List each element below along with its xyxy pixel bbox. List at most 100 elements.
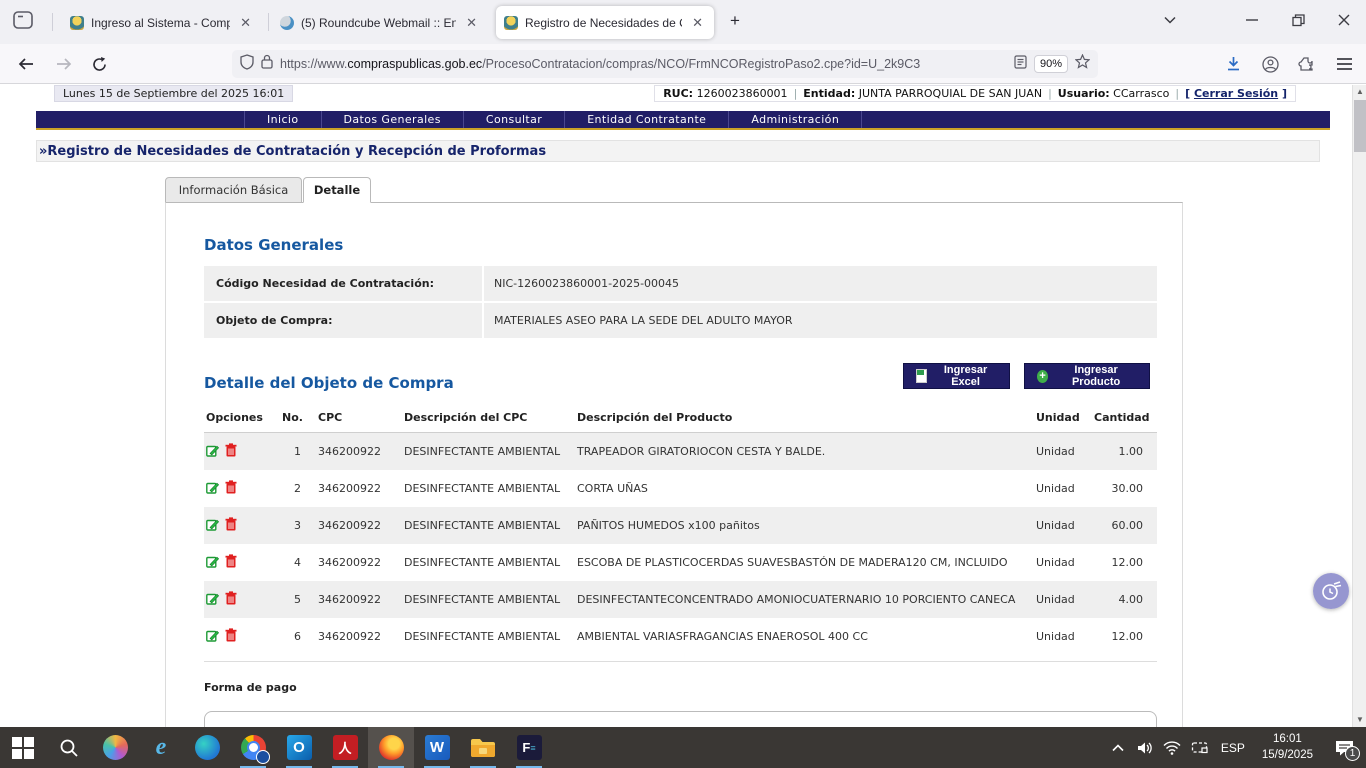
notification-center-button[interactable]: 1 xyxy=(1322,727,1366,768)
tab-close-icon[interactable]: ✕ xyxy=(237,14,254,32)
edit-icon[interactable] xyxy=(206,592,219,608)
vertical-scrollbar[interactable]: ▲ ▼ xyxy=(1352,85,1366,727)
firefox-view-icon[interactable] xyxy=(12,10,34,35)
account-icon[interactable] xyxy=(1256,50,1284,78)
taskbar-f-app[interactable]: F≡ xyxy=(506,727,552,768)
excel-icon xyxy=(916,369,927,383)
nav-item-entidad-contratante[interactable]: Entidad Contratante xyxy=(565,111,729,128)
wifi-icon[interactable] xyxy=(1159,727,1186,768)
browser-tab-1[interactable]: Ingreso al Sistema - Compras P ✕ xyxy=(62,6,262,39)
edit-icon[interactable] xyxy=(206,555,219,571)
system-tray: ESP 16:01 15/9/2025 1 xyxy=(1105,727,1366,768)
dg-row-codigo: Código Necesidad de Contratación: NIC-12… xyxy=(204,266,1157,301)
connect-display-icon[interactable] xyxy=(1186,727,1213,768)
tab-close-icon[interactable]: ✕ xyxy=(463,14,480,32)
search-button[interactable] xyxy=(46,727,92,768)
browser-toolbar: https://www.compraspublicas.gob.ec/Proce… xyxy=(0,44,1366,84)
nav-item-inicio[interactable]: Inicio xyxy=(244,111,322,128)
dg-value: MATERIALES ASEO PARA LA SEDE DEL ADULTO … xyxy=(484,303,1157,338)
taskbar-outlook[interactable]: O xyxy=(276,727,322,768)
lock-icon[interactable] xyxy=(261,54,273,74)
delete-trash-icon[interactable] xyxy=(225,517,237,534)
edit-icon[interactable] xyxy=(206,444,219,460)
taskbar-chrome[interactable] xyxy=(230,727,276,768)
row-no: 2 xyxy=(270,482,318,495)
scroll-up-arrow[interactable]: ▲ xyxy=(1353,85,1366,99)
taskbar-copilot[interactable] xyxy=(92,727,138,768)
start-button[interactable] xyxy=(0,727,46,768)
shield-icon[interactable] xyxy=(240,54,254,75)
forward-icon[interactable] xyxy=(50,50,78,78)
back-icon[interactable] xyxy=(12,50,40,78)
taskbar-file-explorer[interactable] xyxy=(460,727,506,768)
list-all-tabs-icon[interactable] xyxy=(1155,8,1185,32)
row-product-desc: AMBIENTAL VARIASFRAGANCIAS ENAEROSOL 400… xyxy=(577,630,1036,643)
browser-tab-2[interactable]: (5) Roundcube Webmail :: Entra ✕ xyxy=(272,6,488,39)
nav-item-administracion[interactable]: Administración xyxy=(729,111,862,128)
taskbar-acrobat[interactable]: 人 xyxy=(322,727,368,768)
taskbar-edge[interactable] xyxy=(184,727,230,768)
delete-trash-icon[interactable] xyxy=(225,554,237,571)
row-cpc-desc: DESINFECTANTE AMBIENTAL xyxy=(404,445,577,458)
edit-icon[interactable] xyxy=(206,518,219,534)
nav-item-datos-generales[interactable]: Datos Generales xyxy=(322,111,464,128)
edit-icon[interactable] xyxy=(206,481,219,497)
bookmark-star-icon[interactable] xyxy=(1075,54,1090,74)
scroll-down-arrow[interactable]: ▼ xyxy=(1353,713,1366,727)
language-indicator[interactable]: ESP xyxy=(1213,741,1253,755)
tray-date: 15/9/2025 xyxy=(1262,748,1313,764)
restore-button[interactable] xyxy=(1283,8,1313,32)
row-cantidad: 60.00 xyxy=(1094,519,1157,532)
ruc-value: 1260023860001 xyxy=(697,87,788,100)
row-cpc: 346200922 xyxy=(318,519,404,532)
new-tab-button[interactable]: + xyxy=(730,11,740,31)
close-window-button[interactable] xyxy=(1329,8,1359,32)
taskbar-word[interactable]: W xyxy=(414,727,460,768)
ingresar-excel-button[interactable]: Ingresar Excel xyxy=(903,363,1010,389)
delete-trash-icon[interactable] xyxy=(225,628,237,645)
delete-trash-icon[interactable] xyxy=(225,480,237,497)
row-cpc: 346200922 xyxy=(318,482,404,495)
row-unidad: Unidad xyxy=(1036,519,1094,532)
tab-close-icon[interactable]: ✕ xyxy=(689,14,706,32)
nav-item-consultar[interactable]: Consultar xyxy=(464,111,565,128)
clock[interactable]: 16:01 15/9/2025 xyxy=(1253,732,1322,763)
taskbar-internet-explorer[interactable]: e xyxy=(138,727,184,768)
delete-trash-icon[interactable] xyxy=(225,443,237,460)
extensions-puzzle-icon[interactable] xyxy=(1292,50,1320,78)
edit-icon[interactable] xyxy=(206,629,219,645)
forma-de-pago-label: Forma de pago xyxy=(204,681,297,694)
row-unidad: Unidad xyxy=(1036,593,1094,606)
chrome-icon xyxy=(241,735,266,760)
floating-timer-widget[interactable] xyxy=(1313,573,1349,609)
ingresar-producto-button[interactable]: + Ingresar Producto xyxy=(1024,363,1150,389)
detalle-objeto-heading: Detalle del Objeto de Compra xyxy=(204,374,454,392)
tab-detalle[interactable]: Detalle xyxy=(303,177,371,203)
reload-icon[interactable] xyxy=(85,50,113,78)
tab-informacion-basica[interactable]: Información Básica xyxy=(165,177,302,203)
row-cantidad: 12.00 xyxy=(1094,556,1157,569)
row-no: 5 xyxy=(270,593,318,606)
row-cpc-desc: DESINFECTANTE AMBIENTAL xyxy=(404,519,577,532)
row-cpc: 346200922 xyxy=(318,556,404,569)
taskbar-firefox-active[interactable] xyxy=(368,727,414,768)
dg-label: Objeto de Compra: xyxy=(204,303,482,338)
page-title-bar: »Registro de Necesidades de Contratación… xyxy=(36,140,1320,162)
volume-icon[interactable] xyxy=(1132,727,1159,768)
tray-time: 16:01 xyxy=(1262,732,1313,748)
tab-divider xyxy=(52,13,53,31)
minimize-button[interactable] xyxy=(1237,8,1267,32)
zoom-level-pill[interactable]: 90% xyxy=(1034,55,1068,73)
downloads-icon[interactable] xyxy=(1219,50,1247,78)
row-unidad: Unidad xyxy=(1036,445,1094,458)
url-text[interactable]: https://www.compraspublicas.gob.ec/Proce… xyxy=(280,57,1007,71)
browser-tab-3-active[interactable]: Registro de Necesidades de Co ✕ xyxy=(496,6,714,39)
row-product-desc: CORTA UÑAS xyxy=(577,482,1036,495)
url-bar[interactable]: https://www.compraspublicas.gob.ec/Proce… xyxy=(232,50,1098,78)
logout-link[interactable]: [ Cerrar Sesión ] xyxy=(1185,87,1287,100)
menu-hamburger-icon[interactable] xyxy=(1330,50,1358,78)
delete-trash-icon[interactable] xyxy=(225,591,237,608)
reader-mode-icon[interactable] xyxy=(1014,55,1027,74)
scrollbar-thumb[interactable] xyxy=(1354,100,1366,152)
tray-chevron-up-icon[interactable] xyxy=(1105,727,1132,768)
